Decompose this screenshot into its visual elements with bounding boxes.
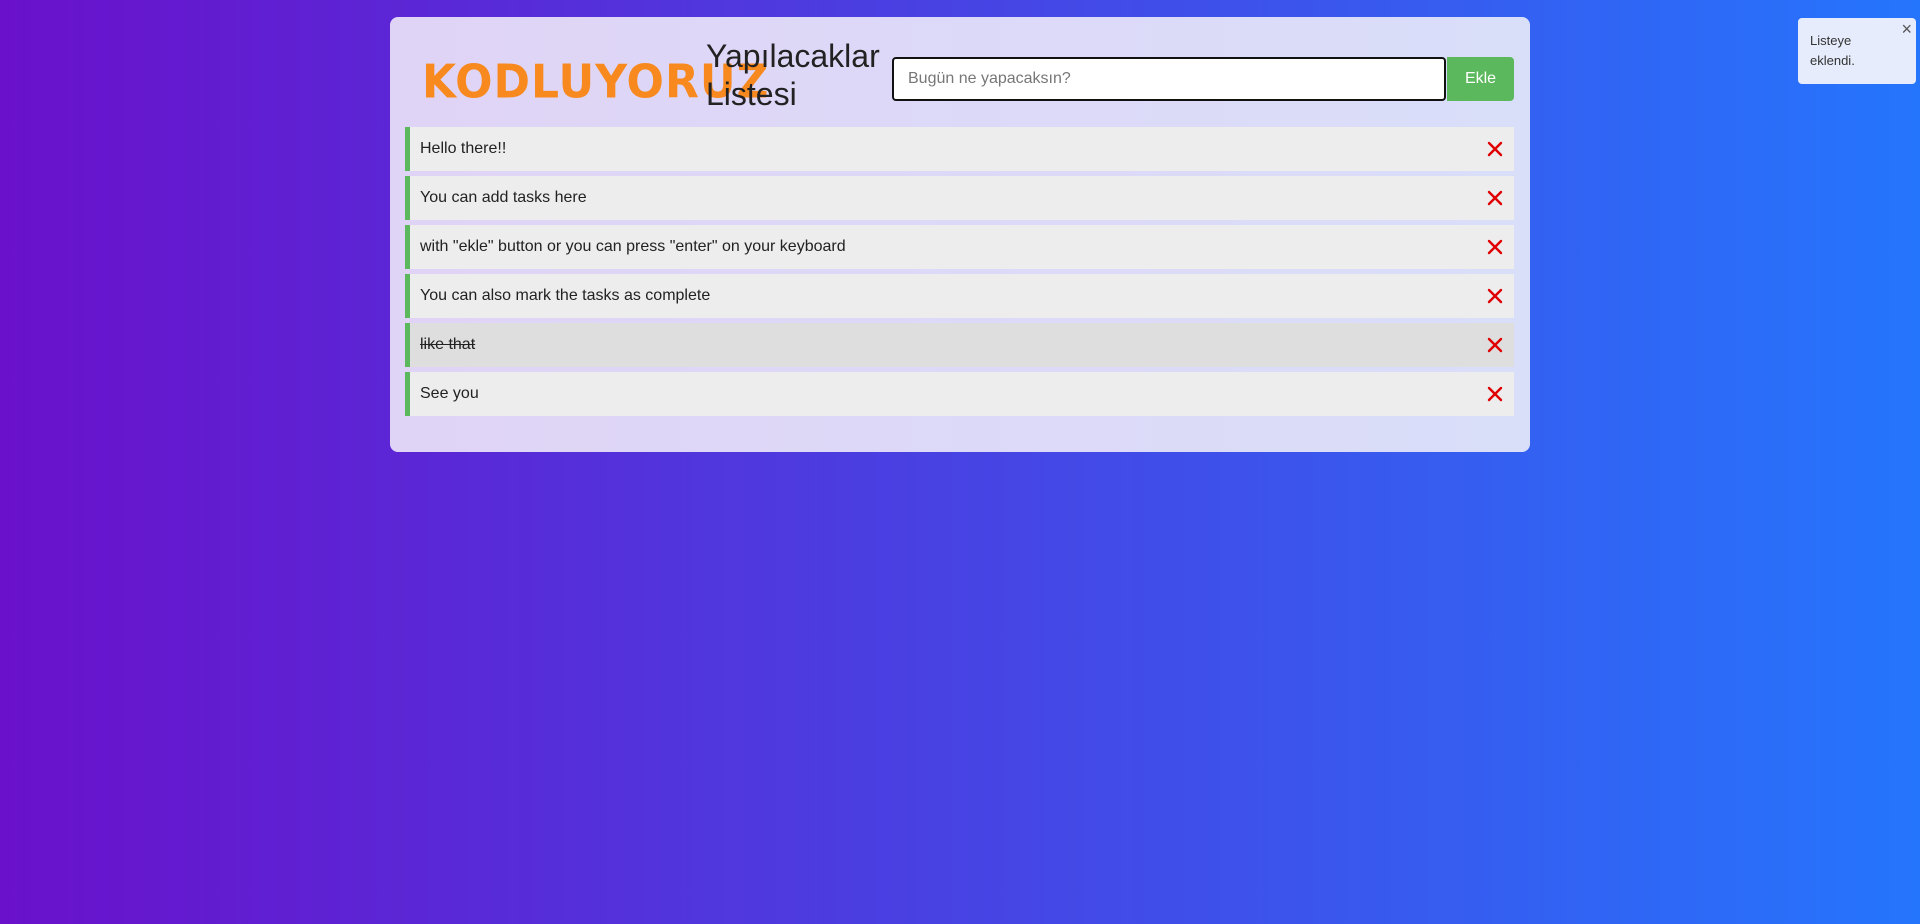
task-label: You can also mark the tasks as complete — [420, 287, 711, 304]
todo-card: KODLUYORUZ Yapılacaklar Listesi Ekle Hel… — [390, 17, 1530, 452]
task-item[interactable]: with "ekle" button or you can press "ent… — [405, 225, 1514, 269]
task-input[interactable] — [892, 57, 1446, 101]
task-label: Hello there!! — [420, 140, 507, 157]
task-label: See you — [420, 385, 479, 402]
close-icon[interactable] — [1486, 238, 1504, 256]
task-item[interactable]: Hello there!! — [405, 127, 1514, 171]
task-list: Hello there!! You can add tasks here wit… — [405, 127, 1514, 421]
task-item[interactable]: You can also mark the tasks as complete — [405, 274, 1514, 318]
task-label: with "ekle" button or you can press "ent… — [420, 238, 846, 255]
task-item[interactable]: like that — [405, 323, 1514, 367]
close-icon[interactable] — [1486, 385, 1504, 403]
page-title: Yapılacaklar Listesi — [706, 38, 880, 112]
close-icon[interactable] — [1486, 287, 1504, 305]
task-item[interactable]: See you — [405, 372, 1514, 416]
task-label: like that — [420, 336, 476, 353]
header: KODLUYORUZ Yapılacaklar Listesi Ekle — [390, 17, 1530, 127]
close-icon[interactable] — [1486, 140, 1504, 158]
close-icon[interactable] — [1486, 189, 1504, 207]
task-item[interactable]: You can add tasks here — [405, 176, 1514, 220]
toast-notification: Listeye eklendi. × — [1798, 18, 1916, 84]
task-label: You can add tasks here — [420, 189, 587, 206]
toast-close-icon[interactable]: × — [1901, 20, 1912, 38]
add-button[interactable]: Ekle — [1447, 57, 1514, 101]
toast-message: Listeye eklendi. — [1810, 33, 1855, 68]
close-icon[interactable] — [1486, 336, 1504, 354]
